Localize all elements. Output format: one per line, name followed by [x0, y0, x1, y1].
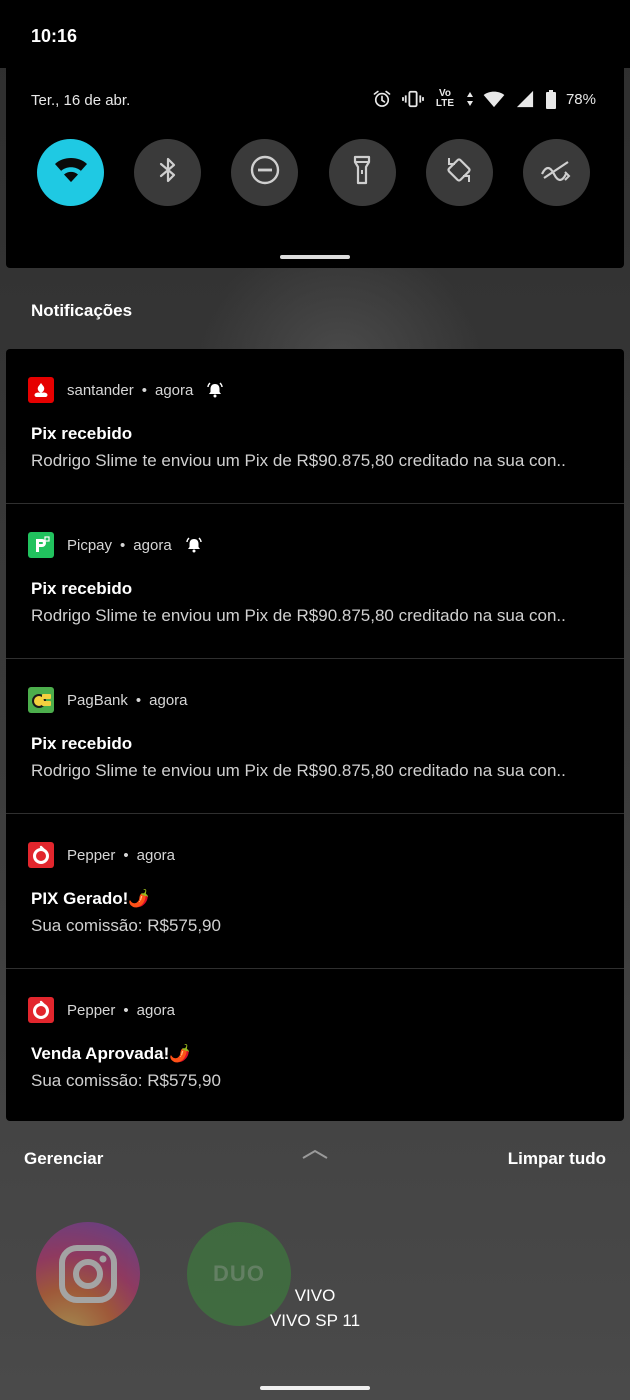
alerting-bell-icon	[185, 537, 202, 553]
notification-title: Pix recebido	[31, 734, 133, 753]
notifications-list: santander • agora Pix recebido Rodrigo S…	[6, 349, 624, 1121]
notification-app-name: Pepper	[67, 846, 116, 864]
chevron-up-icon[interactable]	[301, 1147, 329, 1166]
separator-dot: •	[120, 536, 126, 554]
bluetooth-icon	[157, 156, 179, 189]
notification-body: Sua comissão: R$575,90	[31, 916, 221, 935]
quick-settings-drag-handle[interactable]	[280, 255, 350, 259]
tile-do-not-disturb[interactable]	[231, 139, 299, 206]
tile-bluetooth[interactable]	[134, 139, 202, 206]
notification-body: Sua comissão: R$575,90	[31, 1071, 221, 1090]
tile-data-saver[interactable]	[522, 139, 590, 206]
flashlight-icon	[352, 155, 372, 190]
battery-icon	[545, 88, 557, 110]
carrier-name: VIVO	[294, 1286, 336, 1305]
cell-signal-icon	[514, 88, 536, 110]
pepper-icon	[28, 842, 54, 868]
notification-header: santander • agora	[28, 377, 224, 403]
notification-time: agora	[154, 381, 194, 399]
pepper-icon	[28, 997, 54, 1023]
carrier-region: VIVO SP 11	[269, 1311, 361, 1330]
separator-dot: •	[123, 846, 129, 864]
tile-auto-rotate[interactable]	[425, 139, 493, 206]
notification-card[interactable]: Pepper • agora Venda Aprovada!🌶️ Sua com…	[6, 969, 624, 1121]
notification-app-name: Picpay	[67, 536, 113, 554]
picpay-icon	[28, 532, 54, 558]
notification-app-name: PagBank	[67, 691, 128, 709]
santander-icon	[28, 377, 54, 403]
notification-time: agora	[136, 846, 176, 864]
notification-title: Venda Aprovada!🌶️	[31, 1044, 191, 1063]
notification-body: Rodrigo Slime te enviou um Pix de R$90.8…	[31, 606, 566, 625]
wifi-icon	[54, 156, 88, 189]
wifi-signal-icon	[483, 88, 505, 110]
notification-app-name: santander	[67, 381, 134, 399]
duo-label: DUO	[213, 1261, 265, 1286]
quick-settings-tiles	[37, 139, 590, 206]
notification-header: PagBank • agora	[28, 687, 188, 713]
separator-dot: •	[123, 1001, 129, 1019]
notification-app-name: Pepper	[67, 1001, 116, 1019]
notification-header: Picpay • agora	[28, 532, 202, 558]
notification-title: Pix recebido	[31, 579, 133, 598]
gesture-nav-handle[interactable]	[260, 1386, 370, 1390]
separator-dot: •	[141, 381, 147, 399]
notification-time: agora	[149, 691, 188, 709]
separator-dot: •	[135, 691, 142, 709]
data-saver-icon	[539, 158, 573, 187]
notification-header: Pepper • agora	[28, 997, 175, 1023]
notification-actions-bar: Gerenciar Limpar tudo	[0, 1147, 630, 1177]
alarm-icon	[371, 88, 393, 110]
notification-title: PIX Gerado!🌶️	[31, 889, 150, 908]
notification-header: Pepper • agora	[28, 842, 175, 868]
alerting-bell-icon	[207, 382, 224, 398]
vibrate-icon	[402, 88, 424, 110]
quick-settings-date[interactable]: Ter., 16 de abr.	[31, 92, 130, 109]
manage-button[interactable]: Gerenciar	[24, 1149, 103, 1169]
notification-card[interactable]: Picpay • agora Pix recebido Rodrigo Slim…	[6, 504, 624, 659]
clear-all-button[interactable]: Limpar tudo	[508, 1149, 606, 1169]
lte-label: LTE	[435, 98, 455, 109]
tile-flashlight[interactable]	[328, 139, 396, 206]
battery-percent: 78%	[565, 90, 596, 108]
auto-rotate-icon	[443, 154, 475, 191]
notification-card[interactable]: santander • agora Pix recebido Rodrigo S…	[6, 349, 624, 504]
status-icons: Vo LTE 78%	[371, 88, 596, 110]
notification-body: Rodrigo Slime te enviou um Pix de R$90.8…	[31, 451, 566, 470]
notification-card[interactable]: Pepper • agora PIX Gerado!🌶️ Sua comissã…	[6, 814, 624, 969]
data-activity-icon	[466, 88, 474, 110]
notification-title: Pix recebido	[31, 424, 133, 443]
quick-settings-panel: Ter., 16 de abr. Vo LTE 78%	[6, 68, 624, 268]
notification-time: agora	[133, 536, 172, 554]
do-not-disturb-icon	[249, 154, 281, 191]
pagbank-icon	[28, 687, 54, 713]
volte-icon: Vo LTE	[433, 88, 457, 110]
notification-body: Rodrigo Slime te enviou um Pix de R$90.8…	[31, 761, 566, 780]
tile-wifi[interactable]	[37, 139, 104, 206]
status-clock: 10:16	[31, 26, 78, 46]
notification-time: agora	[136, 1001, 176, 1019]
notifications-header: Notificações	[31, 301, 133, 320]
top-status-bar: 10:16	[0, 0, 630, 68]
notification-card[interactable]: PagBank • agora Pix recebido Rodrigo Sli…	[6, 659, 624, 814]
